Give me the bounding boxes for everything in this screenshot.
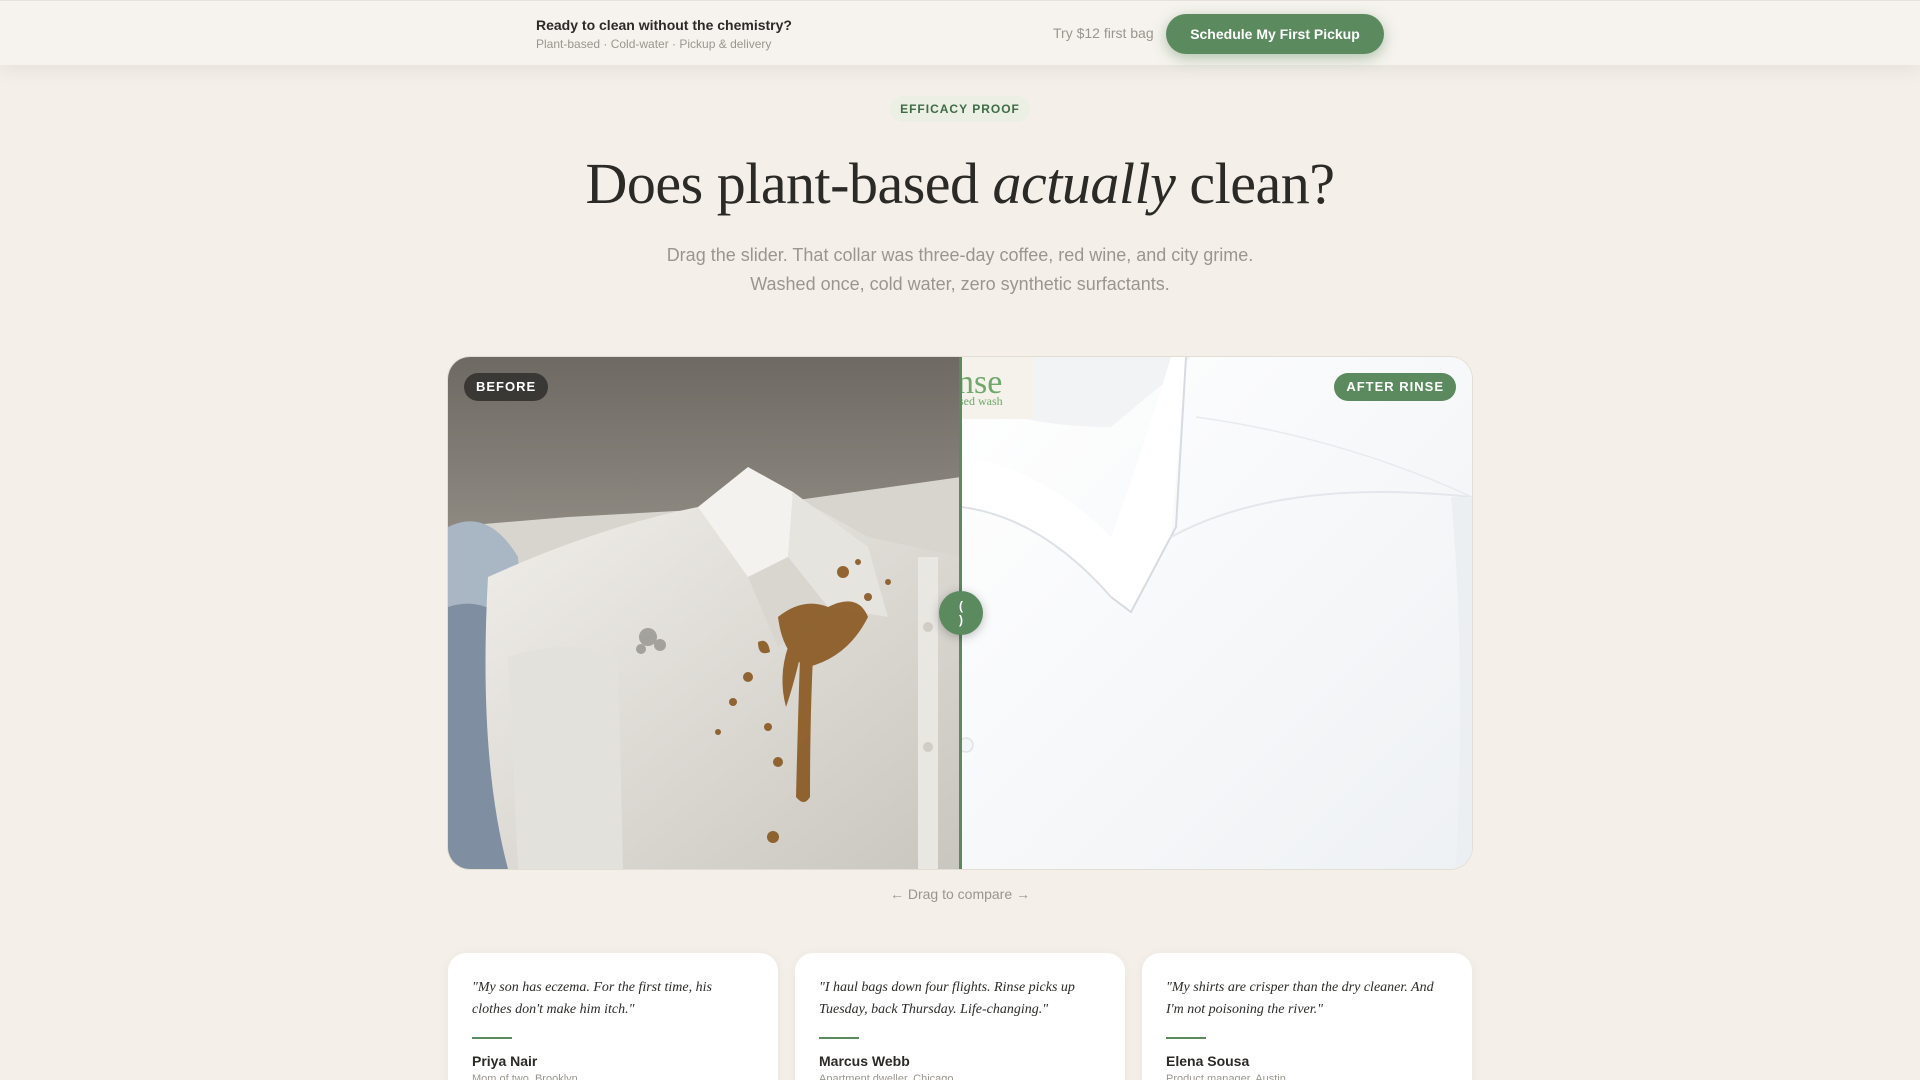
cta-bar-title: Ready to clean without the chemistry? (536, 17, 792, 33)
stained-shirt-illustration (448, 357, 961, 869)
before-after-slider[interactable]: BEFORE nse sed wash AFTER RINSE () (448, 357, 1472, 869)
clean-shirt-illustration: nse sed wash (961, 357, 1472, 869)
testimonial-name: Marcus Webb (819, 1053, 910, 1069)
section-eyebrow: EFFICACY PROOF (890, 96, 1030, 122)
testimonial-divider (819, 1037, 859, 1039)
testimonial-divider (1166, 1037, 1206, 1039)
testimonial-card: "My shirts are crisper than the dry clea… (1142, 953, 1472, 1080)
schedule-pickup-button[interactable]: Schedule My First Pickup (1166, 14, 1384, 54)
chevron-left-icon: ( (959, 599, 963, 613)
headline-emphasis: actually (992, 151, 1176, 216)
testimonial-role: Apartment dweller, Chicago (819, 1073, 954, 1080)
headline-end: clean? (1175, 151, 1335, 216)
headline-start: Does plant-based (585, 151, 993, 216)
first-bag-offer: Try $12 first bag (1053, 25, 1154, 41)
after-image: nse sed wash AFTER RINSE (961, 357, 1472, 869)
testimonial-divider (472, 1037, 512, 1039)
sticky-cta-bar: Ready to clean without the chemistry? Pl… (0, 0, 1920, 65)
testimonial-role: Product manager, Austin (1166, 1073, 1286, 1080)
testimonial-card: "My son has eczema. For the first time, … (448, 953, 778, 1080)
slider-handle[interactable]: ( ) (939, 591, 983, 635)
testimonial-list: "My son has eczema. For the first time, … (448, 953, 1472, 1080)
before-badge: BEFORE (464, 373, 549, 401)
section-subhead: Drag the slider. That collar was three-d… (666, 245, 1254, 294)
testimonial-role: Mom of two, Brooklyn (472, 1073, 578, 1080)
testimonial-quote: "I haul bags down four flights. Rinse pi… (819, 980, 1075, 1017)
testimonial-name: Priya Nair (472, 1053, 538, 1069)
brand-tag-subtext: sed wash (961, 394, 1003, 408)
cta-bar-subtitle: Plant-based · Cold-water · Pickup & deli… (536, 37, 772, 51)
before-image: BEFORE (448, 357, 961, 869)
drag-hint: ← Drag to compare → (889, 886, 1031, 902)
testimonial-quote: "My shirts are crisper than the dry clea… (1166, 980, 1434, 1017)
testimonial-quote: "My son has eczema. For the first time, … (472, 980, 712, 1017)
cta-bar-pitch: Ready to clean without the chemistry? Pl… (536, 17, 792, 51)
after-badge: AFTER RINSE (1334, 373, 1456, 401)
testimonial-card: "I haul bags down four flights. Rinse pi… (795, 953, 1125, 1080)
section-headline: Does plant-based actually clean? (0, 150, 1920, 217)
testimonial-name: Elena Sousa (1166, 1053, 1250, 1069)
chevron-right-icon: ) (959, 613, 963, 627)
